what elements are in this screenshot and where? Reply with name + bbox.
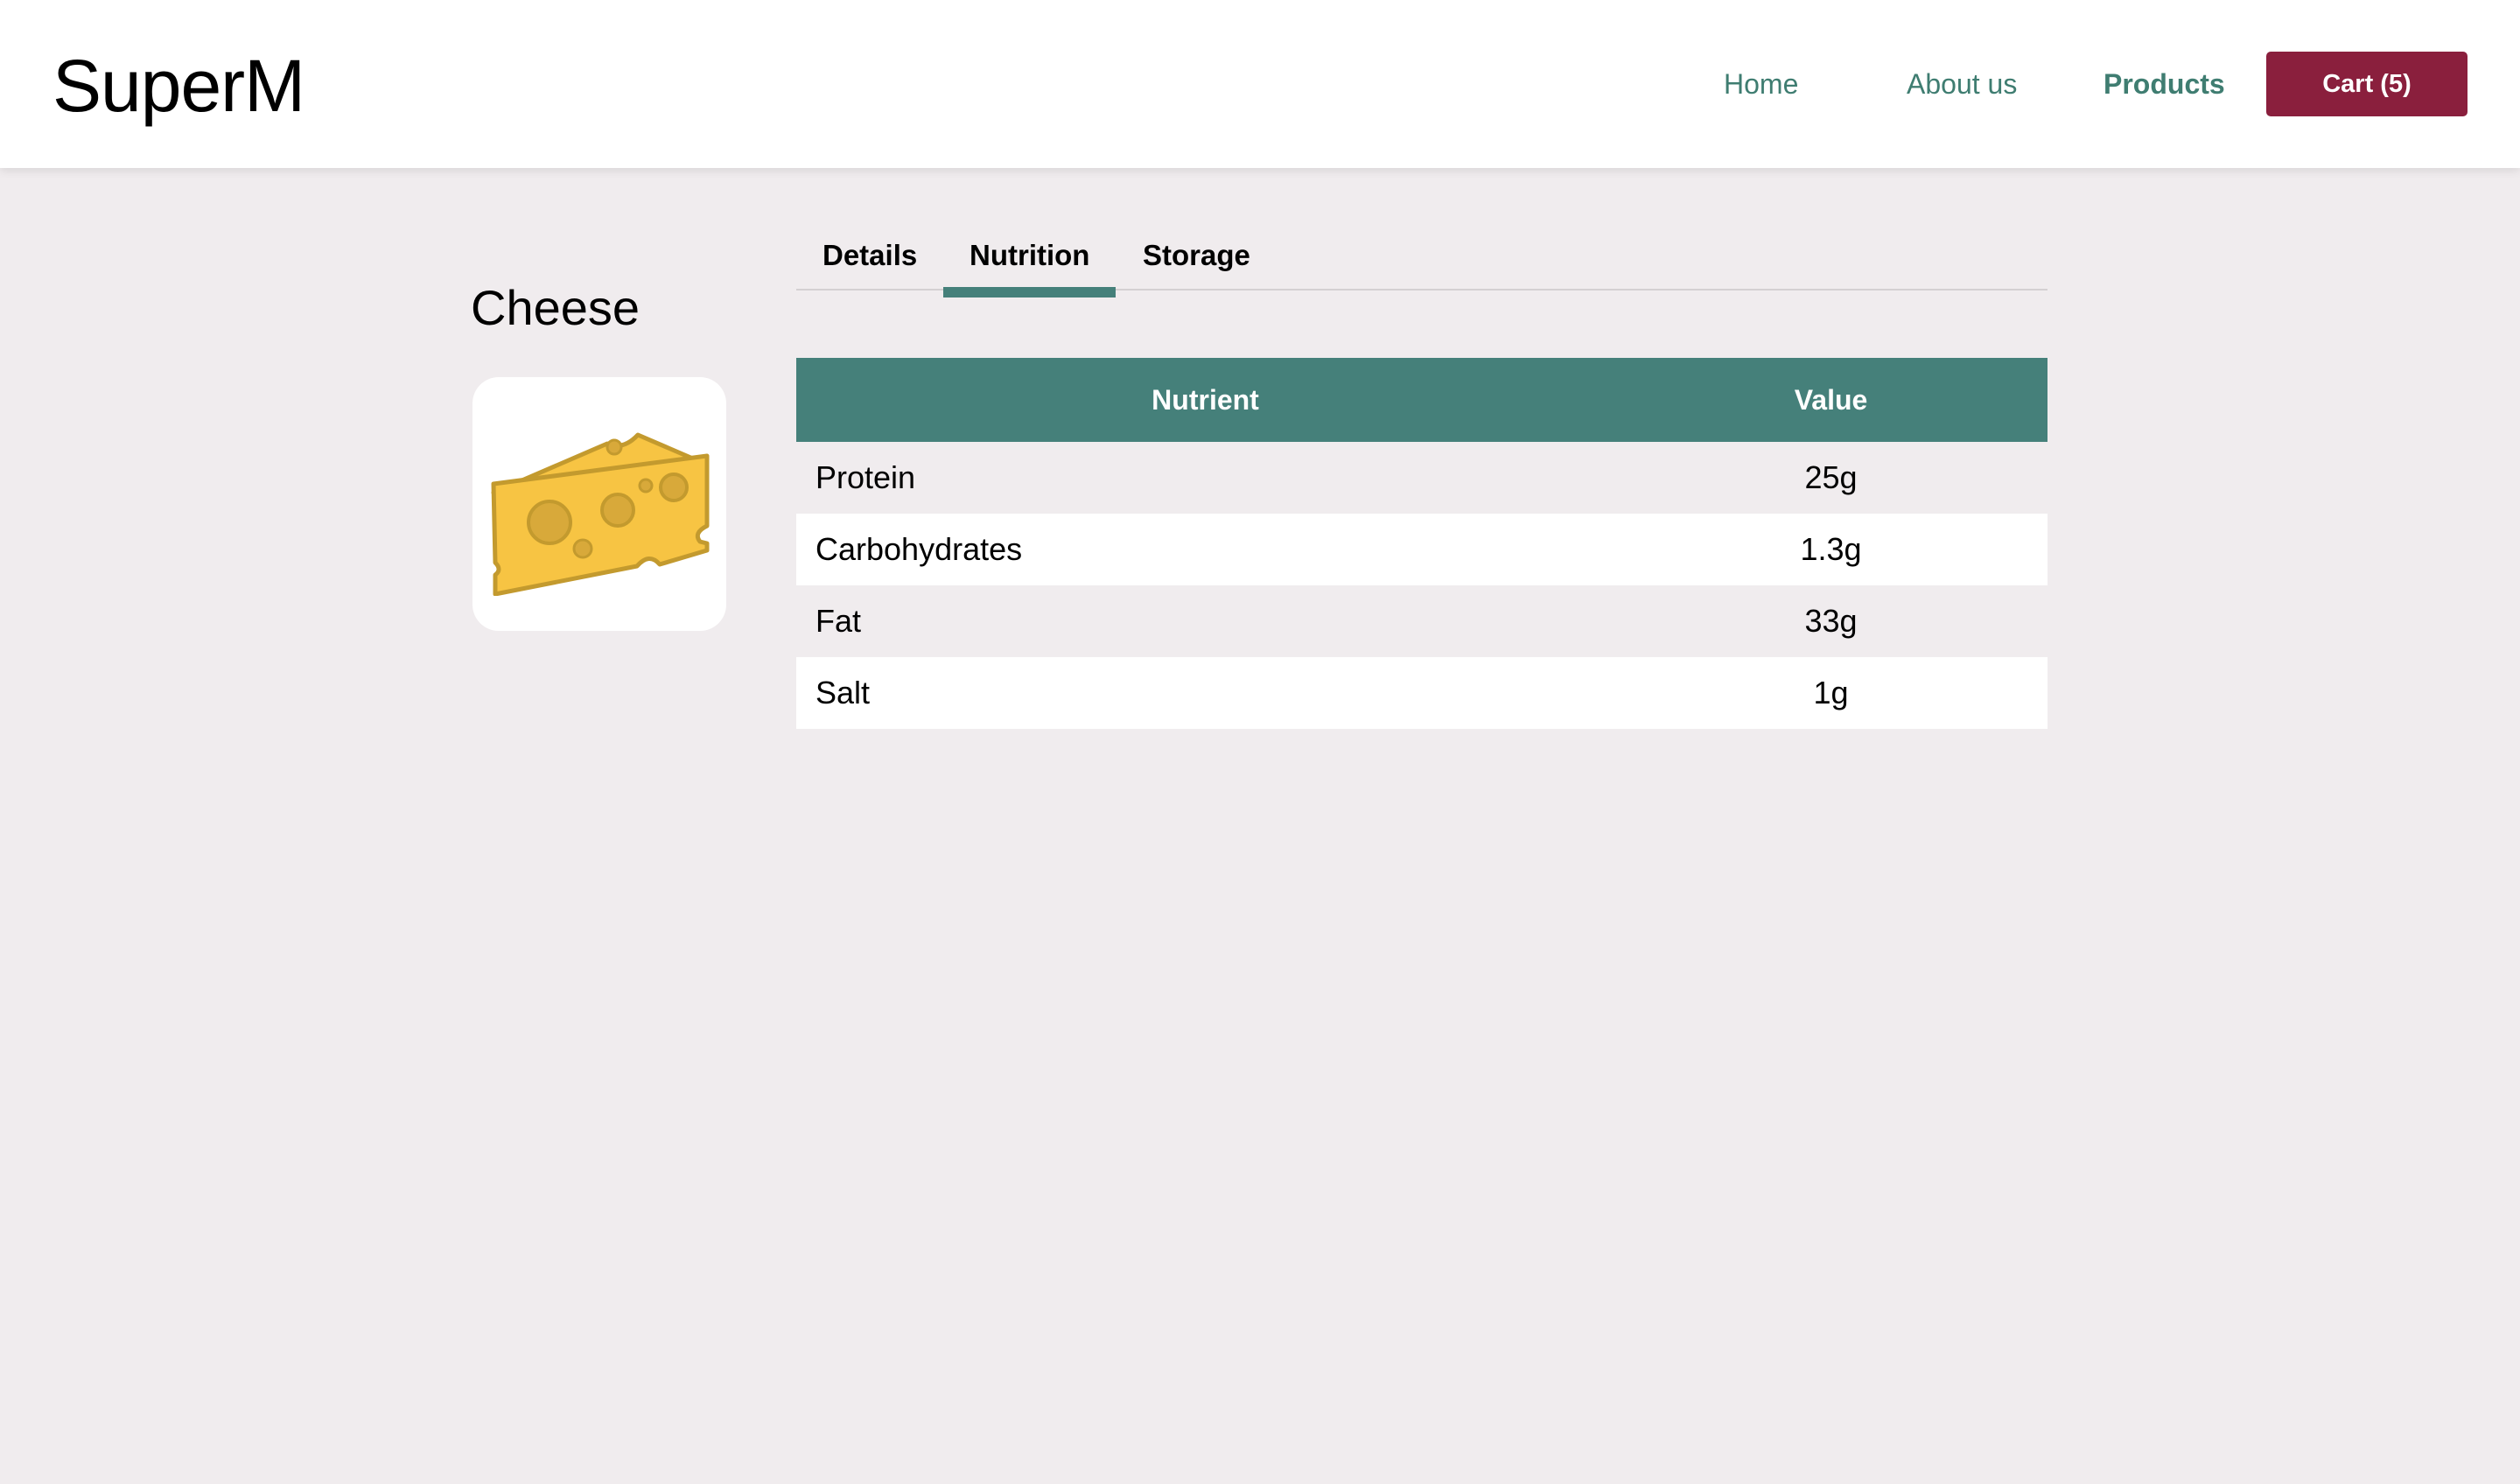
column-header-value: Value	[1614, 358, 2048, 442]
nav-link-about[interactable]: About us	[1907, 65, 2017, 103]
nav-link-products[interactable]: Products	[2104, 65, 2225, 103]
tab-details[interactable]: Details	[796, 236, 943, 298]
nutrient-name: Salt	[796, 657, 1614, 729]
product-tabs: Details Nutrition Storage	[796, 226, 2048, 298]
table-row: Salt 1g	[796, 657, 2048, 729]
product-image-card	[472, 377, 726, 631]
table-header-row: Nutrient Value	[796, 358, 2048, 442]
table-row: Fat 33g	[796, 585, 2048, 657]
nutrition-table: Nutrient Value Protein 25g Carbohydrates…	[796, 358, 2048, 729]
cheese-wedge-icon	[491, 432, 710, 596]
nutrient-name: Fat	[796, 585, 1614, 657]
tab-nutrition[interactable]: Nutrition	[943, 236, 1116, 298]
nutrient-value: 25g	[1614, 442, 2048, 514]
nutrient-value: 1.3g	[1614, 514, 2048, 585]
top-navbar: SuperM Home About us Products Cart (5)	[0, 0, 2520, 168]
nutrient-value: 1g	[1614, 657, 2048, 729]
nutrient-value: 33g	[1614, 585, 2048, 657]
site-logo[interactable]: SuperM	[52, 44, 305, 128]
product-title: Cheese	[471, 280, 640, 335]
nutrient-name: Carbohydrates	[796, 514, 1614, 585]
table-row: Carbohydrates 1.3g	[796, 514, 2048, 585]
nutrient-name: Protein	[796, 442, 1614, 514]
column-header-nutrient: Nutrient	[796, 358, 1614, 442]
cart-button[interactable]: Cart (5)	[2266, 52, 2468, 116]
table-row: Protein 25g	[796, 442, 2048, 514]
nav-link-home[interactable]: Home	[1724, 65, 1798, 103]
tab-storage[interactable]: Storage	[1116, 236, 1277, 298]
